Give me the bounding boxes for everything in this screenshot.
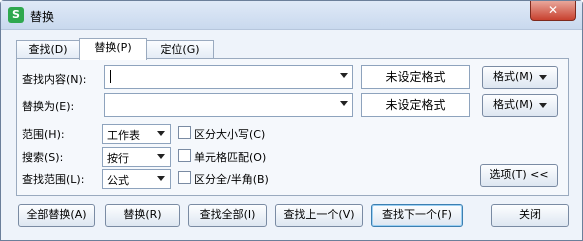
match-case-checkbox[interactable]: [178, 126, 191, 139]
scope-select[interactable]: 工作表: [102, 124, 171, 144]
replace-all-button[interactable]: 全部替换(A): [18, 204, 95, 227]
chevron-down-icon: [539, 102, 548, 108]
match-width-checkbox[interactable]: [178, 171, 191, 184]
lookin-select[interactable]: 公式: [102, 169, 171, 189]
match-width-label: 区分全/半角(B): [194, 173, 269, 186]
close-window-button[interactable]: ✕: [530, 1, 576, 21]
chevron-down-icon: [157, 176, 165, 181]
tab-replace[interactable]: 替换(P): [79, 38, 147, 60]
chevron-down-icon: [157, 154, 165, 159]
chevron-down-icon: [157, 131, 165, 136]
replace-format-status: 未设定格式: [361, 93, 470, 117]
replace-dialog: S 替换 ✕ 查找(D) 替换(P) 定位(G) 查找内容(N): 未设定格式 …: [0, 0, 583, 241]
find-input[interactable]: [104, 65, 353, 89]
text-cursor: [110, 70, 111, 83]
find-all-button[interactable]: 查找全部(I): [188, 204, 267, 227]
find-format-button[interactable]: 格式(M): [482, 66, 558, 89]
dialog-title: 替换: [30, 10, 55, 24]
replace-input[interactable]: [104, 93, 353, 117]
options-toggle-button[interactable]: 选项(T) <<: [480, 164, 558, 187]
match-cell-label: 单元格匹配(O): [194, 151, 267, 164]
close-button[interactable]: 关闭: [491, 204, 569, 227]
match-case-label: 区分大小写(C): [194, 128, 266, 141]
replace-format-button[interactable]: 格式(M): [482, 94, 558, 117]
close-icon: ✕: [547, 3, 559, 17]
tab-find[interactable]: 查找(D): [16, 40, 80, 59]
chevron-down-icon: [539, 74, 548, 80]
chevron-down-icon[interactable]: [340, 73, 348, 78]
match-cell-checkbox[interactable]: [178, 149, 191, 162]
chevron-down-icon[interactable]: [340, 101, 348, 106]
find-format-status: 未设定格式: [361, 65, 470, 89]
replace-button[interactable]: 替换(R): [105, 204, 180, 227]
app-icon: S: [8, 7, 24, 23]
find-label: 查找内容(N):: [22, 73, 87, 86]
scope-label: 范围(H):: [22, 128, 65, 141]
lookin-label: 查找范围(L):: [22, 173, 85, 186]
tab-goto[interactable]: 定位(G): [146, 40, 214, 59]
search-select[interactable]: 按行: [102, 147, 171, 167]
find-next-button[interactable]: 查找下一个(F): [371, 204, 463, 227]
search-label: 搜索(S):: [22, 151, 64, 164]
find-previous-button[interactable]: 查找上一个(V): [275, 204, 363, 227]
replace-label: 替换为(E):: [22, 100, 75, 113]
title-bar: S 替换 ✕: [1, 1, 582, 30]
